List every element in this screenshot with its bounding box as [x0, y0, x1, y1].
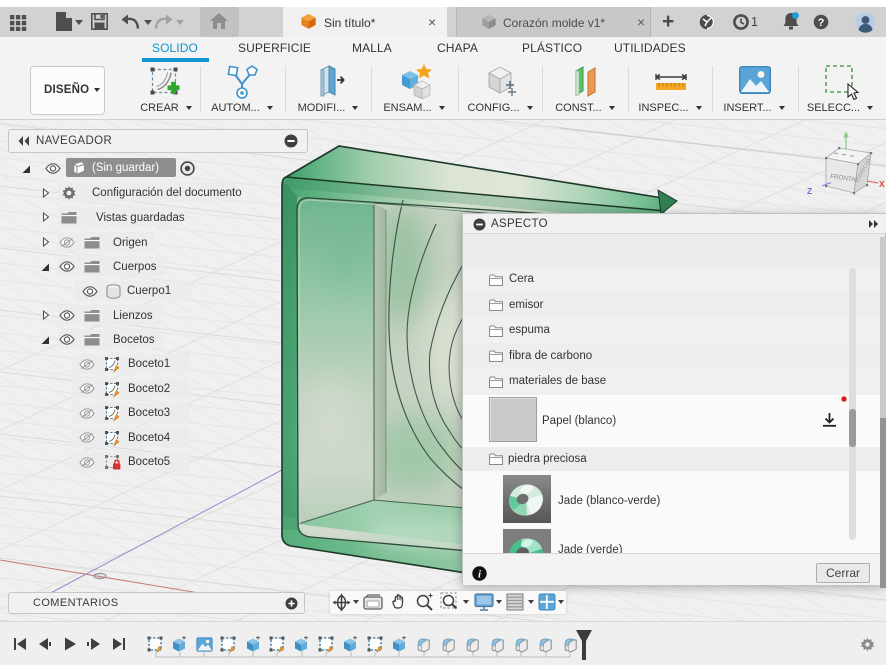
- svg-text:X: X: [879, 179, 885, 189]
- svg-text:Z: Z: [807, 186, 812, 196]
- svg-text:?: ?: [818, 17, 825, 29]
